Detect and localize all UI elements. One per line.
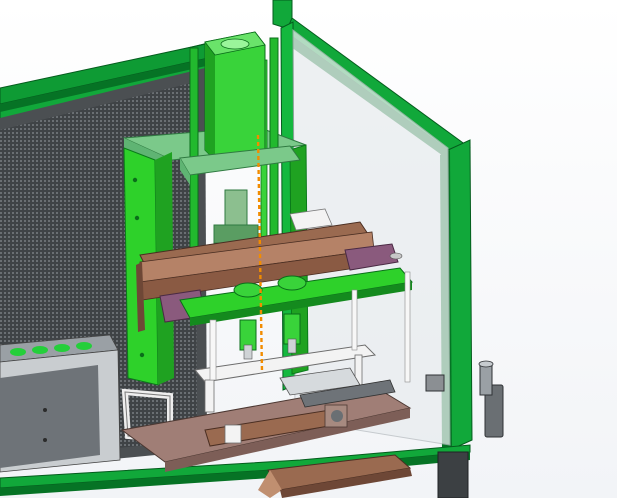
cad-viewport[interactable] <box>0 0 617 498</box>
legs <box>437 451 469 498</box>
left-conveyor <box>0 334 121 473</box>
machine-assembly-render[interactable] <box>0 0 617 498</box>
